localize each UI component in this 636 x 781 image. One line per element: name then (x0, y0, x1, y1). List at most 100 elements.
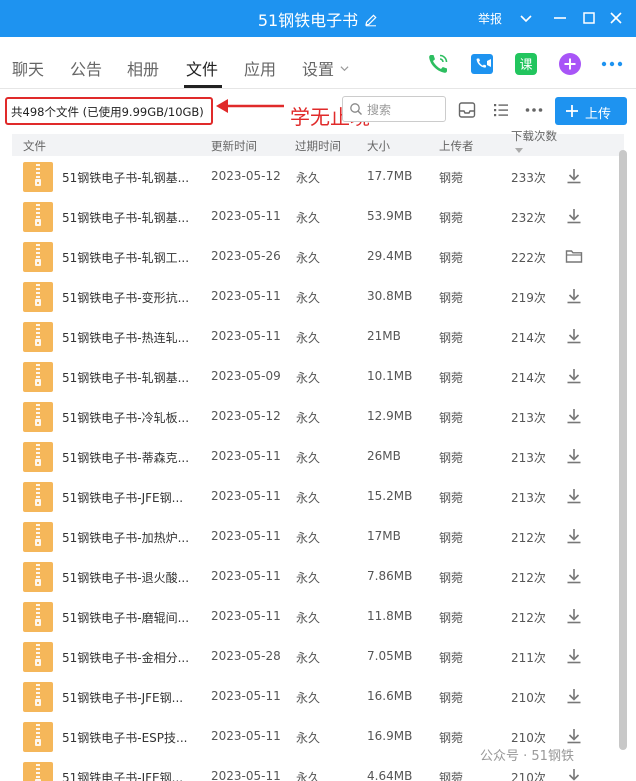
file-updated-date: 2023-05-11 (211, 329, 281, 343)
column-downloads[interactable]: 下载次数 (511, 128, 557, 144)
file-uploader: 钢菀 (439, 331, 464, 345)
download-icon[interactable] (565, 327, 583, 345)
phone-call-icon[interactable] (426, 52, 450, 76)
zip-file-icon (23, 202, 53, 232)
minimize-icon[interactable] (550, 8, 570, 28)
add-app-icon[interactable] (558, 52, 582, 76)
file-name[interactable]: 51钢铁电子书-ESP技... (62, 729, 202, 746)
file-name[interactable]: 51钢铁电子书-JFE钢... (62, 489, 202, 506)
file-row[interactable]: 51钢铁电子书-变形抗... 2023-05-11 永久 30.8MB 钢菀 219次 (0, 276, 636, 316)
sort-desc-icon[interactable] (515, 148, 523, 153)
annotation-arrow-icon (216, 99, 284, 113)
file-updated-date: 2023-05-11 (211, 729, 281, 743)
file-name[interactable]: 51钢铁电子书-冷轧板... (62, 409, 202, 426)
close-icon[interactable] (606, 8, 626, 28)
scrollbar[interactable] (619, 150, 627, 750)
list-view-icon[interactable] (491, 100, 511, 120)
column-size[interactable]: 大小 (367, 138, 390, 154)
course-icon[interactable]: 课 (514, 52, 538, 76)
file-uploader: 钢菀 (439, 291, 464, 305)
file-row[interactable]: 51钢铁电子书-加热炉... 2023-05-11 永久 17MB 钢菀 212次 (0, 516, 636, 556)
download-icon[interactable] (565, 367, 583, 385)
download-icon[interactable] (565, 487, 583, 505)
file-row[interactable]: 51钢铁电子书-金相分... 2023-05-28 永久 7.05MB 钢菀 211次 (0, 636, 636, 676)
report-link[interactable]: 举报 (478, 10, 502, 27)
file-updated-date: 2023-05-11 (211, 769, 281, 781)
maximize-icon[interactable] (579, 8, 599, 28)
file-uploader: 钢菀 (439, 531, 464, 545)
title-bar: 51钢铁电子书 举报 (0, 0, 636, 37)
file-name[interactable]: 51钢铁电子书-轧钢基... (62, 369, 202, 386)
file-name[interactable]: 51钢铁电子书-蒂森克... (62, 449, 202, 466)
more-icon[interactable] (600, 52, 624, 76)
file-row[interactable]: 51钢铁电子书-轧钢工... 2023-05-26 永久 29.4MB 钢菀 222次 (0, 236, 636, 276)
file-expires: 永久 (296, 571, 321, 585)
download-icon[interactable] (565, 287, 583, 305)
file-name[interactable]: 51钢铁电子书-退火酸... (62, 569, 202, 586)
download-icon[interactable] (565, 727, 583, 745)
download-icon[interactable] (565, 407, 583, 425)
file-row[interactable]: 51钢铁电子书-退火酸... 2023-05-11 永久 7.86MB 钢菀 212次 (0, 556, 636, 596)
file-name[interactable]: 51钢铁电子书-变形抗... (62, 289, 202, 306)
tab-settings[interactable]: 设置 (302, 56, 349, 80)
tab-apps[interactable]: 应用 (244, 56, 276, 80)
file-name[interactable]: 51钢铁电子书-热连轧... (62, 329, 202, 346)
tab-album[interactable]: 相册 (127, 56, 159, 80)
file-row[interactable]: 51钢铁电子书-轧钢基... 2023-05-11 永久 53.9MB 钢菀 232次 (0, 196, 636, 236)
download-icon[interactable] (565, 447, 583, 465)
file-name[interactable]: 51钢铁电子书-JFE钢... (62, 769, 202, 781)
tab-chat[interactable]: 聊天 (12, 56, 44, 80)
course-icon-label: 课 (519, 58, 532, 73)
file-search[interactable] (342, 96, 446, 122)
file-row[interactable]: 51钢铁电子书-热连轧... 2023-05-11 永久 21MB 钢菀 214次 (0, 316, 636, 356)
download-icon[interactable] (565, 647, 583, 665)
open-folder-icon[interactable] (565, 247, 583, 265)
file-name[interactable]: 51钢铁电子书-JFE钢... (62, 689, 202, 706)
file-uploader: 钢菀 (439, 571, 464, 585)
file-name[interactable]: 51钢铁电子书-轧钢工... (62, 249, 202, 266)
download-icon[interactable] (565, 167, 583, 185)
file-expires: 永久 (296, 211, 321, 225)
column-file[interactable]: 文件 (23, 138, 46, 154)
file-name[interactable]: 51钢铁电子书-磨辊间... (62, 609, 202, 626)
download-icon[interactable] (565, 607, 583, 625)
search-input[interactable] (367, 101, 441, 118)
column-uploader[interactable]: 上传者 (439, 138, 474, 154)
file-uploader: 钢菀 (439, 371, 464, 385)
file-updated-date: 2023-05-11 (211, 489, 281, 503)
file-updated-date: 2023-05-11 (211, 609, 281, 623)
file-name[interactable]: 51钢铁电子书-金相分... (62, 649, 202, 666)
file-name[interactable]: 51钢铁电子书-轧钢基... (62, 169, 202, 186)
file-row[interactable]: 51钢铁电子书-冷轧板... 2023-05-12 永久 12.9MB 钢菀 213次 (0, 396, 636, 436)
edit-icon[interactable] (364, 13, 378, 27)
column-expires[interactable]: 过期时间 (295, 138, 341, 154)
zip-file-icon (23, 442, 53, 472)
file-row[interactable]: 51钢铁电子书-磨辊间... 2023-05-11 永久 11.8MB 钢菀 212次 (0, 596, 636, 636)
file-download-count: 210次 (511, 771, 546, 781)
window-title: 51钢铁电子书 (257, 11, 359, 30)
tab-announcements[interactable]: 公告 (70, 56, 102, 80)
tab-files[interactable]: 文件 (186, 56, 218, 80)
download-icon[interactable] (565, 207, 583, 225)
inbox-icon[interactable] (457, 100, 477, 120)
file-size: 16.9MB (367, 729, 413, 743)
file-expires: 永久 (296, 371, 321, 385)
file-name[interactable]: 51钢铁电子书-轧钢基... (62, 209, 202, 226)
download-icon[interactable] (565, 527, 583, 545)
download-icon[interactable] (565, 687, 583, 705)
video-call-icon[interactable] (470, 52, 494, 76)
download-icon[interactable] (565, 767, 583, 781)
file-name[interactable]: 51钢铁电子书-加热炉... (62, 529, 202, 546)
file-row[interactable]: 51钢铁电子书-轧钢基... 2023-05-12 永久 17.7MB 钢菀 233次 (0, 156, 636, 196)
file-row[interactable]: 51钢铁电子书-JFE钢... 2023-05-11 永久 16.6MB 钢菀 210次 (0, 676, 636, 716)
column-updated[interactable]: 更新时间 (211, 138, 257, 154)
file-row[interactable]: 51钢铁电子书-JFE钢... 2023-05-11 永久 15.2MB 钢菀 213次 (0, 476, 636, 516)
more-options-icon[interactable] (524, 100, 544, 120)
chevron-down-icon[interactable] (516, 8, 536, 28)
file-uploader: 钢菀 (439, 731, 464, 745)
upload-button[interactable]: 上传 (555, 97, 627, 125)
file-row[interactable]: 51钢铁电子书-蒂森克... 2023-05-11 永久 26MB 钢菀 213次 (0, 436, 636, 476)
file-row[interactable]: 51钢铁电子书-轧钢基... 2023-05-09 永久 10.1MB 钢菀 214次 (0, 356, 636, 396)
download-icon[interactable] (565, 567, 583, 585)
file-uploader: 钢菀 (439, 411, 464, 425)
